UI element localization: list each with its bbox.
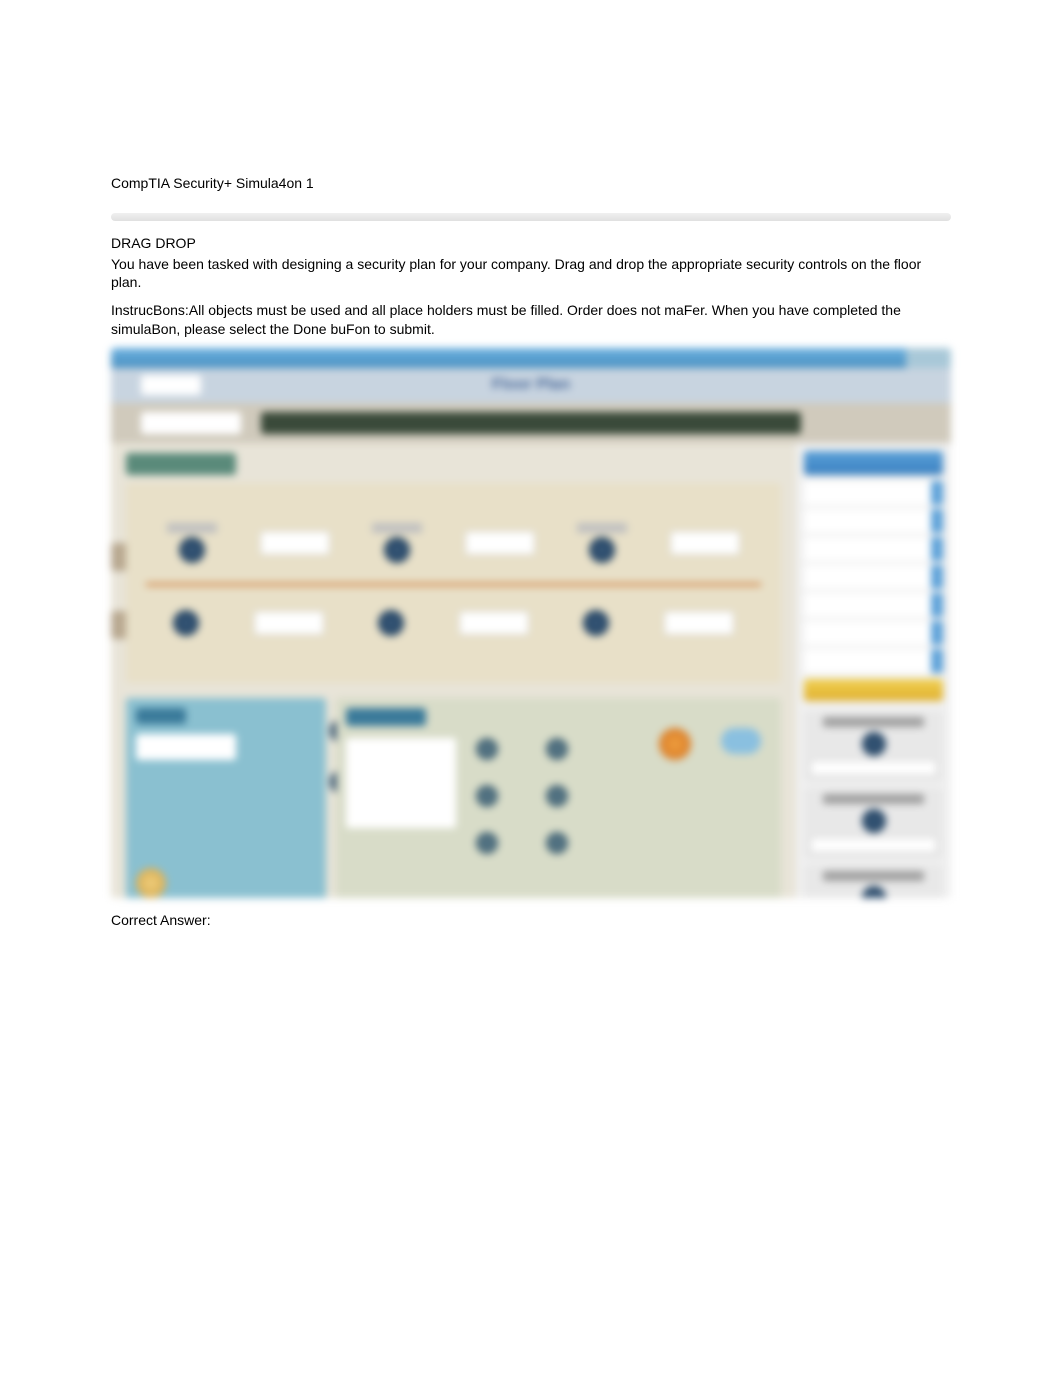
sim-controls-panel	[796, 443, 951, 898]
server-icon	[546, 738, 568, 760]
section-divider	[111, 213, 951, 221]
sim-dropzone[interactable]	[670, 531, 740, 555]
sim-legend-item	[804, 711, 943, 782]
sim-sub-content	[261, 412, 801, 434]
sim-legend-item	[804, 865, 943, 898]
sim-desk-label	[577, 523, 627, 533]
question-prompt: You have been tasked with designing a se…	[111, 255, 951, 291]
sim-legend	[804, 711, 943, 898]
sim-datacenter-label	[346, 708, 426, 726]
simulation-screenshot: Floor Plan	[111, 348, 951, 898]
server-icon	[476, 785, 498, 807]
sim-window-top-bar	[111, 348, 951, 368]
sim-title-bar: Floor Plan	[111, 368, 951, 403]
sim-draggable-control[interactable]	[804, 509, 943, 533]
sim-workstation	[378, 610, 404, 636]
computer-icon	[173, 610, 199, 636]
sim-datacenter-area	[336, 698, 781, 898]
sim-legend-label	[823, 717, 925, 727]
sim-legend-label	[823, 871, 925, 881]
sim-workstation	[583, 610, 609, 636]
sim-draggable-control[interactable]	[804, 621, 943, 645]
sim-dropzone[interactable]	[664, 611, 734, 635]
sim-main-area	[111, 443, 796, 898]
sim-draggable-control[interactable]	[804, 649, 943, 673]
sim-office-area	[126, 483, 781, 683]
sim-lower-area	[126, 698, 781, 898]
sim-desk-label	[167, 523, 217, 533]
sim-dropzone[interactable]	[465, 531, 535, 555]
sim-title-button	[141, 375, 201, 395]
computer-icon	[179, 537, 205, 563]
sim-workstation	[167, 523, 217, 563]
sim-draggable-control[interactable]	[804, 593, 943, 617]
sim-server-grid	[476, 738, 576, 854]
sim-desk-row-bottom	[146, 583, 761, 663]
computer-icon	[862, 732, 886, 756]
sim-legend-label	[823, 794, 925, 804]
question-type-label: DRAG DROP	[111, 235, 951, 251]
firewall-icon	[659, 728, 691, 760]
sim-panel-header	[804, 451, 943, 475]
server-icon	[546, 785, 568, 807]
sim-legend-item	[804, 788, 943, 859]
cloud-icon	[721, 728, 761, 754]
sim-window-control	[906, 348, 951, 368]
server-icon	[476, 832, 498, 854]
sim-done-button[interactable]	[804, 679, 943, 701]
sim-dropzone[interactable]	[254, 611, 324, 635]
sim-desk-row-top	[146, 503, 761, 583]
sim-lobby-label	[136, 708, 186, 724]
sim-lobby-area	[126, 698, 326, 898]
computer-icon	[862, 809, 886, 833]
sim-dropzone[interactable]	[459, 611, 529, 635]
sim-draggable-control[interactable]	[804, 537, 943, 561]
sim-workstation	[173, 610, 199, 636]
question-instructions: InstrucBons:All objects must be used and…	[111, 301, 951, 337]
sim-draggable-control[interactable]	[804, 481, 943, 505]
person-icon	[136, 868, 166, 898]
server-icon	[546, 832, 568, 854]
sim-dropzone[interactable]	[136, 734, 236, 760]
sim-dropzone[interactable]	[346, 738, 456, 828]
computer-icon	[378, 610, 404, 636]
sim-dropzone[interactable]	[810, 837, 937, 853]
sim-workstation	[372, 523, 422, 563]
sim-title-text: Floor Plan	[492, 376, 570, 394]
computer-icon	[384, 537, 410, 563]
sim-dropzone[interactable]	[810, 760, 937, 776]
computer-icon	[583, 610, 609, 636]
sim-desk-label	[372, 523, 422, 533]
computer-icon	[862, 886, 886, 898]
sim-sub-bar	[111, 403, 951, 443]
sim-dropzone[interactable]	[260, 531, 330, 555]
correct-answer-label: Correct Answer:	[111, 912, 951, 928]
computer-icon	[589, 537, 615, 563]
sim-department-label	[126, 453, 236, 475]
sim-body	[111, 443, 951, 898]
sim-draggable-control[interactable]	[804, 565, 943, 589]
sim-network-line	[146, 583, 761, 586]
server-icon	[476, 738, 498, 760]
sim-workstation	[577, 523, 627, 563]
sim-sub-label	[141, 412, 241, 434]
page-title: CompTIA Security+ Simula4on 1	[111, 175, 951, 191]
